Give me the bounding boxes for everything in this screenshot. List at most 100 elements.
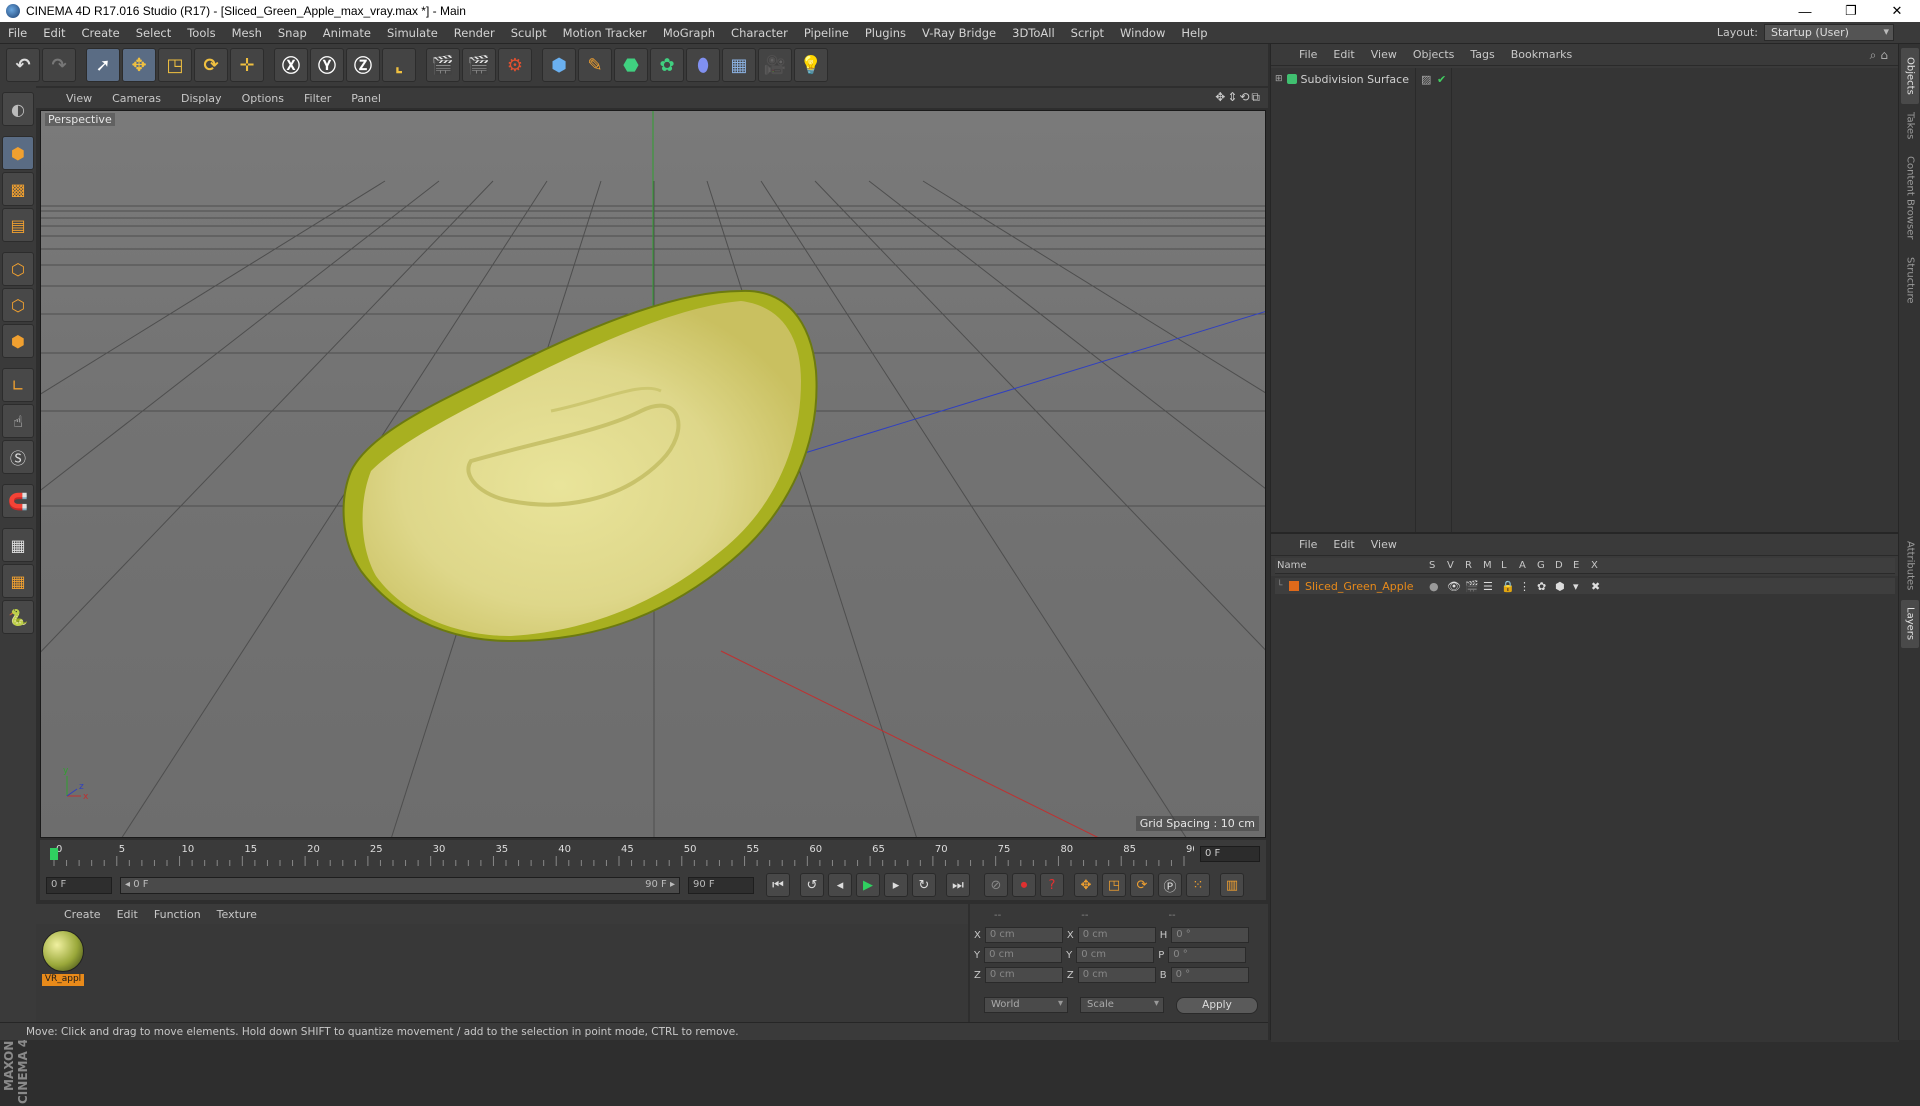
lock-toggle-icon[interactable]: 🔒: [1501, 580, 1519, 593]
render-toggle-icon[interactable]: 🎬: [1465, 580, 1483, 593]
y-axis-lock-icon[interactable]: Ⓨ: [310, 48, 344, 82]
layout-dropdown[interactable]: Startup (User): [1764, 24, 1894, 41]
column-visible[interactable]: V: [1447, 560, 1465, 571]
workplane-lock-icon[interactable]: ▦: [2, 528, 34, 562]
redo-icon[interactable]: ↷: [42, 48, 76, 82]
frame-range-slider[interactable]: ◂ 0 F 90 F ▸: [120, 876, 680, 894]
cube-primitive-icon[interactable]: ⬢: [542, 48, 576, 82]
rotate-tool-icon[interactable]: ⟳: [194, 48, 228, 82]
menu-tools[interactable]: Tools: [179, 26, 223, 40]
go-to-end-icon[interactable]: ⏭: [946, 873, 970, 897]
generators-toggle-icon[interactable]: ✿: [1537, 580, 1555, 593]
layers-menu-edit[interactable]: Edit: [1325, 538, 1362, 551]
column-locked[interactable]: L: [1501, 560, 1519, 571]
texture-mode-icon[interactable]: ▩: [2, 172, 34, 206]
layer-name[interactable]: Sliced_Green_Apple: [1305, 580, 1429, 593]
quantize-icon[interactable]: ▦: [2, 564, 34, 598]
tweak-mode-icon[interactable]: ☝: [2, 404, 34, 438]
apply-button[interactable]: Apply: [1176, 996, 1258, 1014]
visible-toggle-icon[interactable]: 👁: [1447, 580, 1465, 593]
rotation-h-field[interactable]: 0 °: [1171, 927, 1250, 943]
size-y-field[interactable]: 0 cm: [1076, 947, 1155, 963]
viewport-menu-view[interactable]: View: [56, 92, 102, 105]
objects-menu-tags[interactable]: Tags: [1462, 48, 1502, 61]
edit-render-settings-icon[interactable]: ⚙: [498, 48, 532, 82]
subdivision-surface-icon[interactable]: ⬣: [614, 48, 648, 82]
perspective-viewport[interactable]: y x z Perspective Grid Spacing : 10 cm: [40, 110, 1266, 838]
move-tool-icon[interactable]: ✥: [122, 48, 156, 82]
viewport-navigation-icons[interactable]: ✥⇕⟲⧉: [1215, 90, 1262, 105]
autokey-icon[interactable]: ⏺: [1012, 873, 1036, 897]
position-x-field[interactable]: 0 cm: [984, 927, 1063, 943]
live-selection-icon[interactable]: ➚: [86, 48, 120, 82]
manager-toggle-icon[interactable]: ☰: [1483, 580, 1501, 593]
tab-objects[interactable]: Objects: [1901, 48, 1919, 104]
object-list[interactable]: ⊞ Subdivision Surface ▨ ✔: [1271, 68, 1899, 532]
render-view-icon[interactable]: 🎬: [426, 48, 460, 82]
menu-edit[interactable]: Edit: [35, 26, 73, 40]
tab-takes[interactable]: Takes: [1901, 106, 1919, 146]
object-name[interactable]: Subdivision Surface: [1301, 73, 1409, 86]
key-rotation-icon[interactable]: ⟳: [1130, 873, 1154, 897]
polygons-mode-icon[interactable]: ⬢: [2, 324, 34, 358]
layer-row[interactable]: └ Sliced_Green_Apple ● 👁 🎬 ☰ 🔒 ⋮ ✿ ⬢ ▾ ✖: [1275, 578, 1895, 594]
material-swatch[interactable]: [42, 930, 84, 972]
spline-pen-icon[interactable]: ✎: [578, 48, 612, 82]
viewport-menu-filter[interactable]: Filter: [294, 92, 341, 105]
material-menu-edit[interactable]: Edit: [109, 908, 146, 921]
material-menu-function[interactable]: Function: [146, 908, 209, 921]
menu-render[interactable]: Render: [446, 26, 503, 40]
column-solo[interactable]: S: [1429, 560, 1447, 571]
column-animation[interactable]: A: [1519, 560, 1537, 571]
next-frame-icon[interactable]: ▸: [884, 873, 908, 897]
menu-sculpt[interactable]: Sculpt: [503, 26, 555, 40]
layers-menu-file[interactable]: File: [1291, 538, 1325, 551]
animation-toggle-icon[interactable]: ⋮: [1519, 580, 1537, 593]
menu-3dtoall[interactable]: 3DToAll: [1004, 26, 1063, 40]
edges-mode-icon[interactable]: ⬡: [2, 288, 34, 322]
undo-icon[interactable]: ↶: [6, 48, 40, 82]
material-name-label[interactable]: VR_appl: [42, 974, 84, 986]
make-editable-icon[interactable]: ◐: [2, 92, 34, 126]
deformer-icon[interactable]: ⬮: [686, 48, 720, 82]
viewport-menu-options[interactable]: Options: [232, 92, 294, 105]
object-row[interactable]: ⊞ Subdivision Surface ▨ ✔: [1275, 70, 1446, 88]
objects-menu-view[interactable]: View: [1363, 48, 1405, 61]
layer-list[interactable]: └ Sliced_Green_Apple ● 👁 🎬 ☰ 🔒 ⋮ ✿ ⬢ ▾ ✖: [1271, 576, 1899, 1042]
objects-menu-objects[interactable]: Objects: [1405, 48, 1463, 61]
objects-menu-file[interactable]: File: [1291, 48, 1325, 61]
workplane-mode-icon[interactable]: ▤: [2, 208, 34, 242]
menu-select[interactable]: Select: [128, 26, 179, 40]
rotation-b-field[interactable]: 0 °: [1170, 967, 1249, 983]
column-deformers[interactable]: D: [1555, 560, 1573, 571]
previous-key-icon[interactable]: ↺: [800, 873, 824, 897]
xref-toggle-icon[interactable]: ✖: [1591, 580, 1609, 593]
camera-icon[interactable]: 🎥: [758, 48, 792, 82]
coordinate-space-dropdown[interactable]: World: [984, 997, 1068, 1013]
timeline-ruler[interactable]: 051015202530354045505560657075808590: [48, 840, 1194, 868]
expressions-toggle-icon[interactable]: ▾: [1573, 580, 1591, 593]
light-icon[interactable]: 💡: [794, 48, 828, 82]
x-axis-lock-icon[interactable]: Ⓧ: [274, 48, 308, 82]
render-picture-viewer-icon[interactable]: 🎬: [462, 48, 496, 82]
scale-tool-icon[interactable]: ◳: [158, 48, 192, 82]
model-mode-icon[interactable]: ⬢: [2, 136, 34, 170]
position-z-field[interactable]: 0 cm: [984, 967, 1063, 983]
size-mode-dropdown[interactable]: Scale: [1080, 997, 1164, 1013]
objects-menu-edit[interactable]: Edit: [1325, 48, 1362, 61]
expand-icon[interactable]: ⊞: [1275, 74, 1283, 84]
column-render[interactable]: R: [1465, 560, 1483, 571]
key-point-level-icon[interactable]: ⁙: [1186, 873, 1210, 897]
deformers-toggle-icon[interactable]: ⬢: [1555, 580, 1573, 593]
menu-script[interactable]: Script: [1063, 26, 1112, 40]
menu-mograph[interactable]: MoGraph: [655, 26, 723, 40]
menu-help[interactable]: Help: [1173, 26, 1215, 40]
viewport-menu-panel[interactable]: Panel: [341, 92, 391, 105]
playhead-marker[interactable]: [50, 848, 58, 860]
play-icon[interactable]: ▶: [856, 873, 880, 897]
key-scale-icon[interactable]: ◳: [1102, 873, 1126, 897]
next-key-icon[interactable]: ↻: [912, 873, 936, 897]
objects-menu-bookmarks[interactable]: Bookmarks: [1503, 48, 1580, 61]
menu-pipeline[interactable]: Pipeline: [796, 26, 857, 40]
start-frame-field[interactable]: 0 F: [46, 876, 112, 894]
